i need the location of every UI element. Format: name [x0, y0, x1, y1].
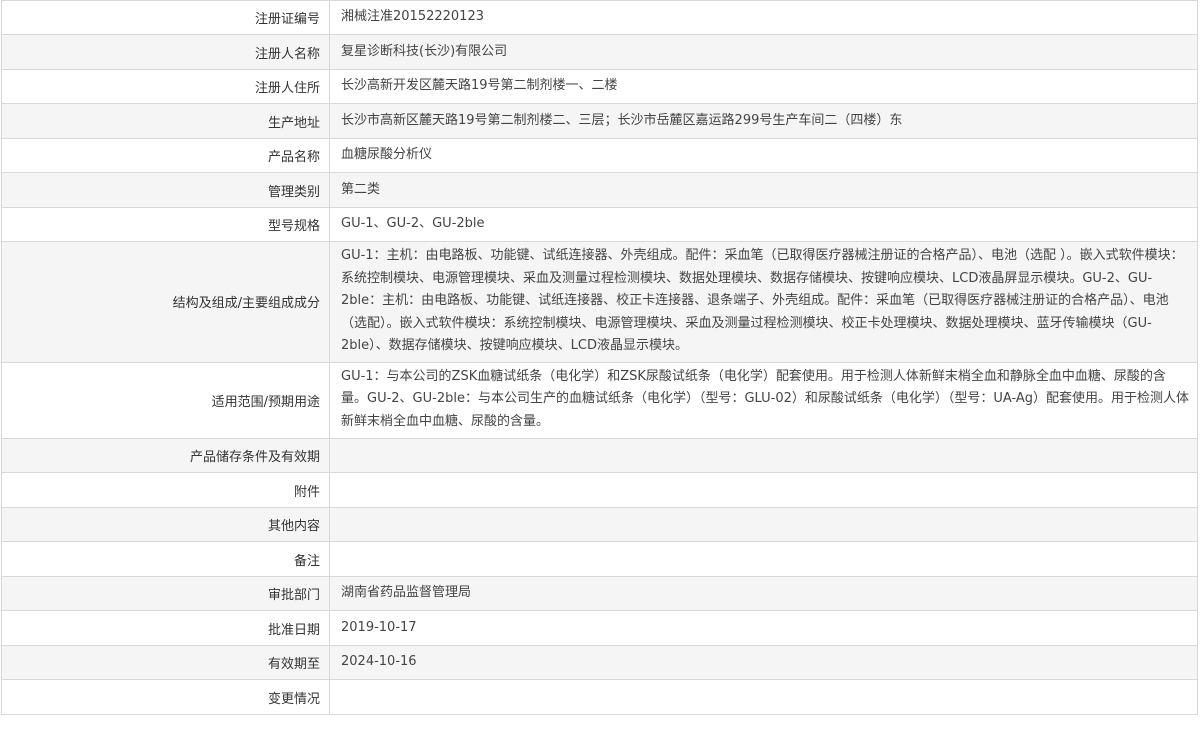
table-row: 适用范围/预期用途 GU-1：与本公司的ZSK血糖试纸条（电化学）和ZSK尿酸试… [1, 361, 1198, 439]
row-value [329, 541, 1198, 577]
table-row: 产品储存条件及有效期 [1, 438, 1198, 473]
row-value [329, 507, 1198, 542]
table-row: 生产地址 长沙市高新区麓天路19号第二制剂楼二、三层；长沙市岳麓区嘉运路299号… [1, 103, 1198, 139]
row-label: 审批部门 [1, 576, 330, 611]
row-value: GU-1：主机：由电路板、功能键、试纸连接器、外壳组成。配件：采血笔（已取得医疗… [329, 241, 1198, 363]
row-value: 湖南省药品监督管理局 [329, 576, 1198, 611]
table-row: 型号规格 GU-1、GU-2、GU-2ble [1, 207, 1198, 242]
row-value: 第二类 [329, 172, 1198, 208]
table-row: 注册人名称 复星诊断科技(长沙)有限公司 [1, 34, 1198, 70]
table-row: 其他内容 [1, 507, 1198, 542]
row-label: 其他内容 [1, 507, 330, 542]
row-label: 产品名称 [1, 138, 330, 173]
table-row: 结构及组成/主要组成成分 GU-1：主机：由电路板、功能键、试纸连接器、外壳组成… [1, 241, 1198, 363]
row-value [329, 679, 1198, 715]
row-value [329, 438, 1198, 473]
row-label: 备注 [1, 541, 330, 577]
row-value: 湘械注准20152220123 [329, 0, 1198, 35]
row-label: 批准日期 [1, 610, 330, 646]
table-row: 批准日期 2019-10-17 [1, 610, 1198, 646]
row-value: GU-1：与本公司的ZSK血糖试纸条（电化学）和ZSK尿酸试纸条（电化学）配套使… [329, 361, 1198, 439]
registration-info-table: 注册证编号 湘械注准20152220123 注册人名称 复星诊断科技(长沙)有限… [1, 0, 1198, 715]
row-label: 有效期至 [1, 645, 330, 680]
table-row: 注册证编号 湘械注准20152220123 [1, 0, 1198, 35]
table-row: 附件 [1, 472, 1198, 508]
row-label: 注册人住所 [1, 69, 330, 104]
row-value: GU-1、GU-2、GU-2ble [329, 207, 1198, 242]
table-row: 变更情况 [1, 679, 1198, 715]
table-row: 注册人住所 长沙高新开发区麓天路19号第二制剂楼一、二楼 [1, 69, 1198, 104]
row-value: 长沙高新开发区麓天路19号第二制剂楼一、二楼 [329, 69, 1198, 104]
row-label: 适用范围/预期用途 [1, 361, 330, 439]
table-row: 备注 [1, 541, 1198, 577]
row-label: 注册证编号 [1, 0, 330, 35]
row-label: 结构及组成/主要组成成分 [1, 241, 330, 363]
row-label: 变更情况 [1, 679, 330, 715]
row-value: 2024-10-16 [329, 645, 1198, 680]
row-value: 2019-10-17 [329, 610, 1198, 646]
table-row: 管理类别 第二类 [1, 172, 1198, 208]
row-value [329, 472, 1198, 508]
table-row: 有效期至 2024-10-16 [1, 645, 1198, 680]
row-value: 长沙市高新区麓天路19号第二制剂楼二、三层；长沙市岳麓区嘉运路299号生产车间二… [329, 103, 1198, 139]
row-label: 管理类别 [1, 172, 330, 208]
row-label: 附件 [1, 472, 330, 508]
row-label: 注册人名称 [1, 34, 330, 70]
row-value: 复星诊断科技(长沙)有限公司 [329, 34, 1198, 70]
table-row: 审批部门 湖南省药品监督管理局 [1, 576, 1198, 611]
row-label: 型号规格 [1, 207, 330, 242]
row-label: 产品储存条件及有效期 [1, 438, 330, 473]
row-label: 生产地址 [1, 103, 330, 139]
row-value: 血糖尿酸分析仪 [329, 138, 1198, 173]
table-row: 产品名称 血糖尿酸分析仪 [1, 138, 1198, 173]
